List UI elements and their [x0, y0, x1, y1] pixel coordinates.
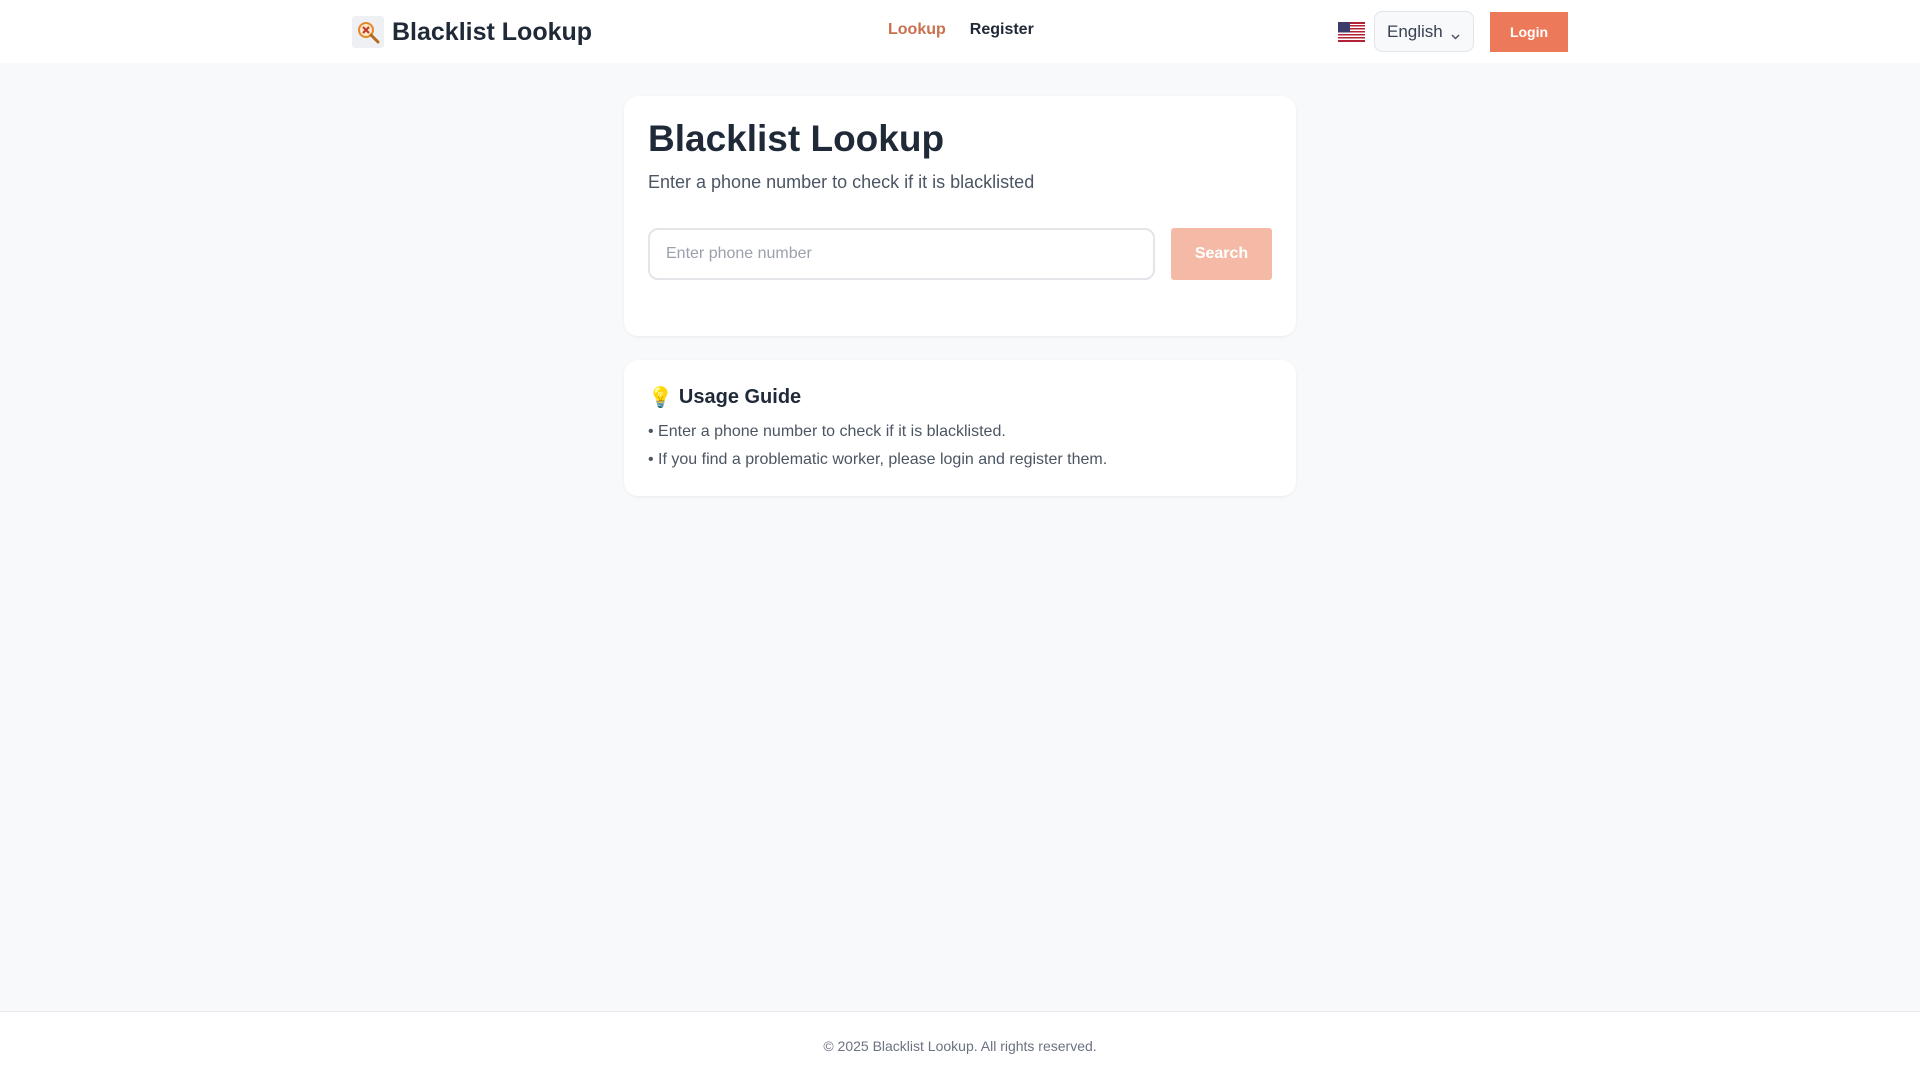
- us-flag-icon: [1338, 22, 1365, 42]
- brand-title: Blacklist Lookup: [392, 17, 593, 46]
- chevron-down-icon: [1450, 27, 1461, 47]
- phone-number-input[interactable]: [648, 228, 1155, 280]
- brand-link[interactable]: Blacklist Lookup: [352, 16, 592, 48]
- lightbulb-icon: 💡: [648, 387, 673, 409]
- nav-link-register[interactable]: Register: [970, 21, 1034, 39]
- guide-title: 💡 Usage Guide: [648, 385, 801, 410]
- search-card: Blacklist Lookup Enter a phone number to…: [624, 96, 1296, 336]
- top-header: Blacklist Lookup Lookup Register English…: [0, 0, 1920, 63]
- guide-list: • Enter a phone number to check if it is…: [648, 422, 1107, 478]
- guide-title-text: Usage Guide: [678, 386, 802, 408]
- magnifier-logo-icon: [352, 16, 384, 48]
- main-nav: Lookup Register: [888, 21, 1034, 39]
- login-button[interactable]: Login: [1490, 12, 1568, 52]
- page-title: Blacklist Lookup: [648, 118, 945, 159]
- list-item: • If you find a problematic worker, plea…: [648, 451, 1108, 468]
- page-footer: © 2025 Blacklist Lookup. All rights rese…: [0, 1011, 1920, 1080]
- search-button[interactable]: Search: [1171, 228, 1272, 280]
- usage-guide-card: 💡 Usage Guide • Enter a phone number to …: [624, 360, 1296, 496]
- language-select[interactable]: English: [1374, 11, 1474, 52]
- footer-copyright: © 2025 Blacklist Lookup. All rights rese…: [823, 1038, 1097, 1054]
- language-selected-value: English: [1387, 21, 1443, 41]
- list-item: • Enter a phone number to check if it is…: [648, 423, 1006, 440]
- page-subtitle: Enter a phone number to check if it is b…: [648, 172, 1035, 192]
- nav-link-lookup[interactable]: Lookup: [888, 21, 946, 39]
